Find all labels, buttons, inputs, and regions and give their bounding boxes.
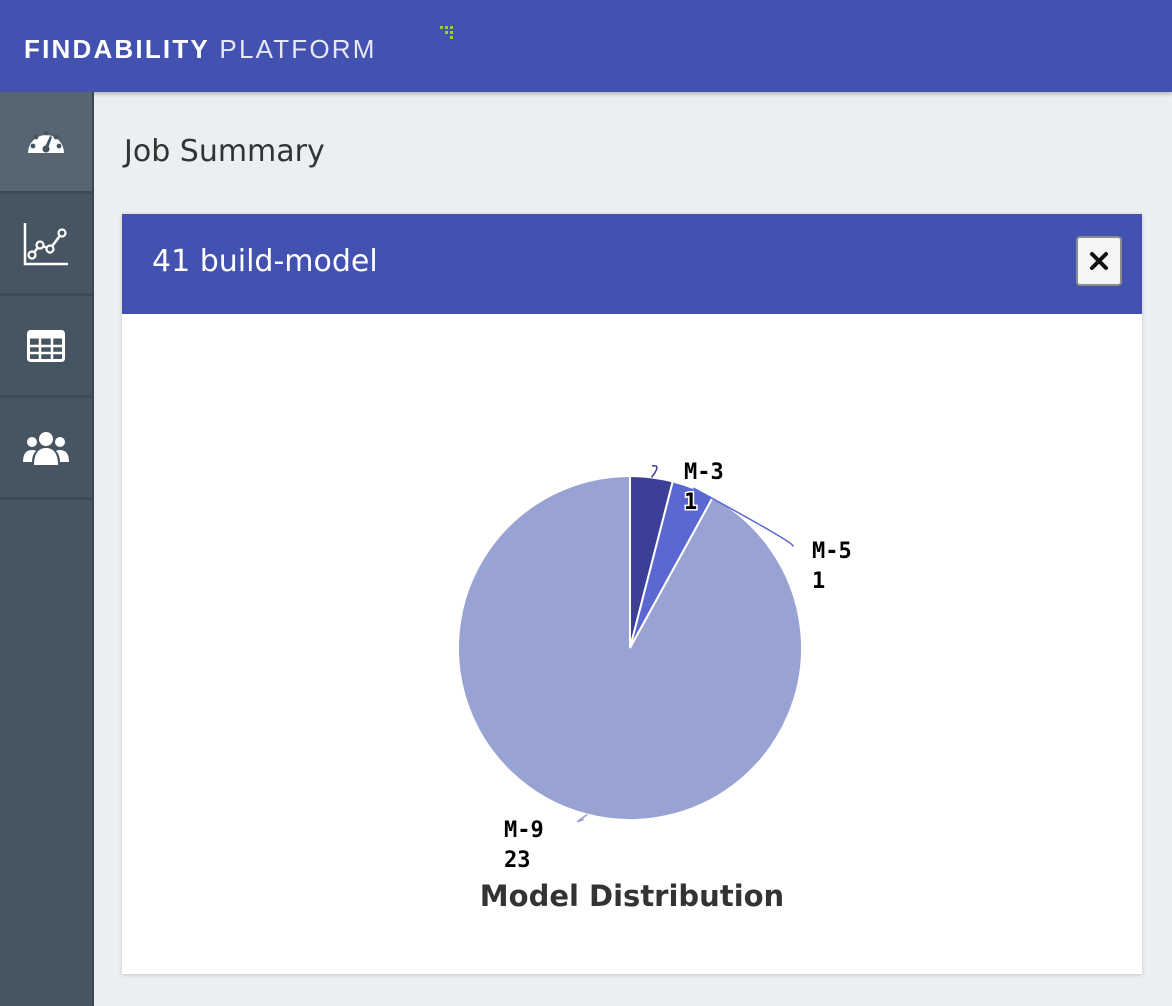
leader-line-m-3 <box>650 464 658 478</box>
logo-dots-icon <box>440 26 453 39</box>
sidebar-item-analytics[interactable] <box>0 194 92 296</box>
close-button[interactable] <box>1076 236 1122 286</box>
users-icon <box>23 431 69 465</box>
slice-value-m-9: 23 <box>504 848 531 873</box>
slice-label-m-3: M-3 <box>684 460 724 485</box>
sidebar-item-table[interactable] <box>0 296 92 398</box>
leader-line-m-9 <box>577 813 588 823</box>
card-title: 41 build-model <box>152 244 378 279</box>
top-bar: FINDABILITY PLATFORM <box>0 0 1172 92</box>
brand-name: FINDABILITY <box>24 34 210 64</box>
close-icon <box>1090 252 1108 270</box>
chart-title: Model Distribution <box>480 879 784 913</box>
model-distribution-chart: M-3 1 M-5 1 M-9 23 Model Distribution <box>457 459 853 913</box>
card-header: 41 build-model <box>122 214 1142 314</box>
slice-label-m-5: M-5 <box>812 539 852 564</box>
sidebar-item-users[interactable] <box>0 398 92 500</box>
pie-slice-m-9[interactable] <box>457 474 803 821</box>
table-icon <box>27 329 65 362</box>
sidebar <box>0 92 94 1006</box>
slice-label-m-9: M-9 <box>504 818 544 843</box>
page-title: Job Summary <box>124 134 325 169</box>
brand-logo[interactable]: FINDABILITY PLATFORM <box>24 34 377 64</box>
dashboard-gauge-icon <box>28 130 64 153</box>
job-card: 41 build-model M-3 1 M-5 1 M-9 23 Model Distr… <box>122 214 1142 974</box>
brand-suffix: PLATFORM <box>219 34 377 64</box>
slice-value-m-5: 1 <box>812 569 825 594</box>
sidebar-item-dashboard[interactable] <box>0 92 92 194</box>
line-chart-icon <box>23 222 68 265</box>
slice-value-m-3: 1 <box>684 490 697 515</box>
